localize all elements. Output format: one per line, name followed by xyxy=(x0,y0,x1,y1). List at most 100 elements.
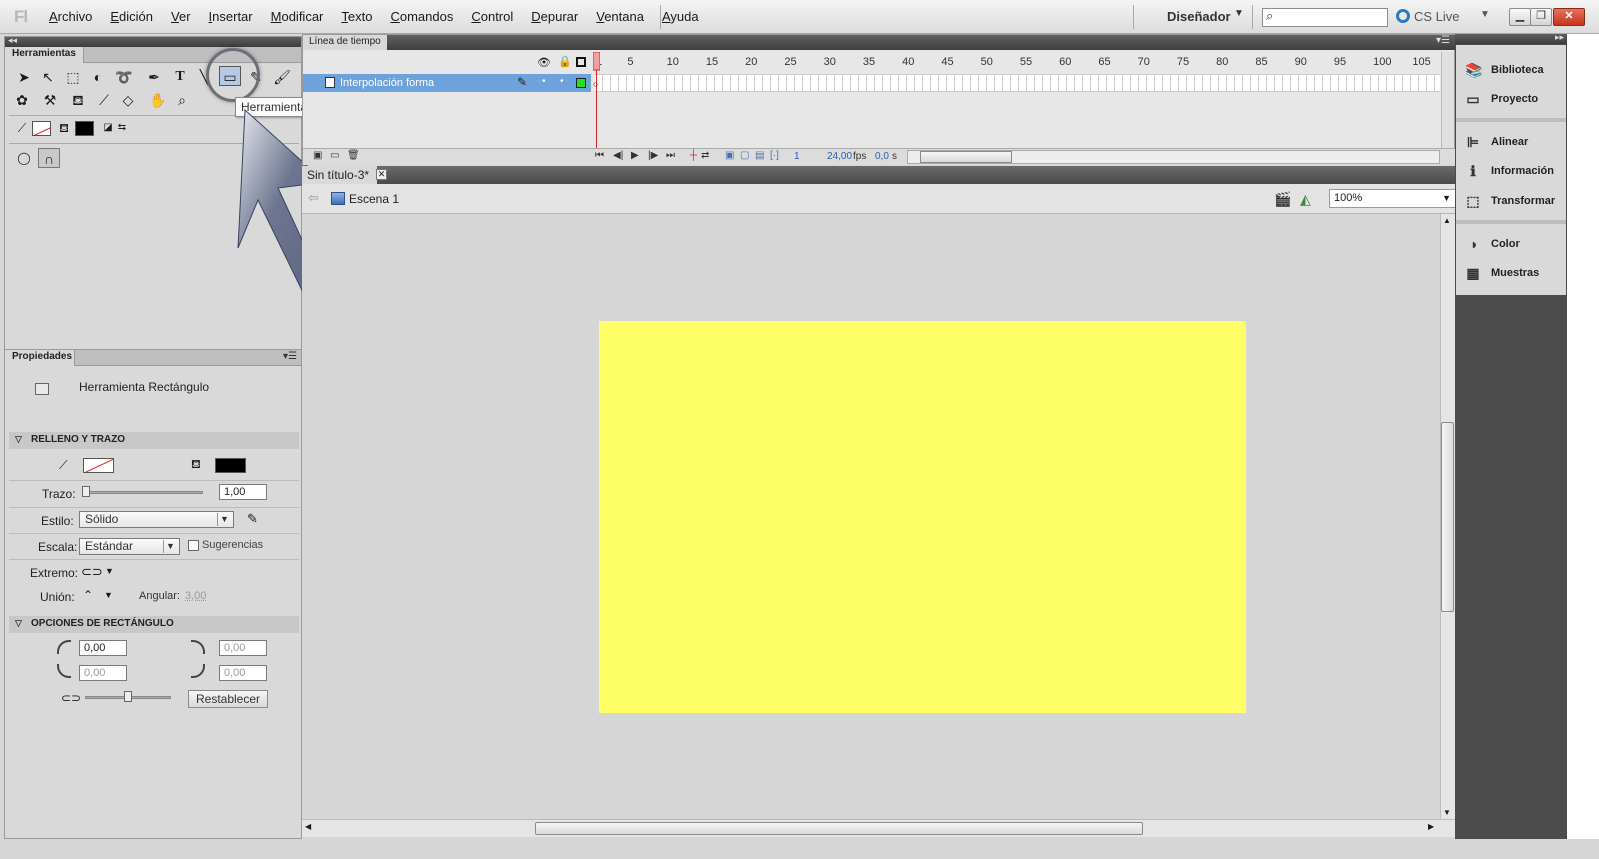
stroke-color-swatch[interactable] xyxy=(32,121,51,136)
scroll-up-icon[interactable]: ▲ xyxy=(1443,216,1451,225)
escala-select[interactable]: Estándar ▼ xyxy=(79,538,180,555)
edit-symbols-icon[interactable]: ◭ xyxy=(1300,191,1311,208)
fill-color-swatch[interactable] xyxy=(215,458,246,473)
corner-bl-field[interactable]: 0,00 xyxy=(79,665,127,681)
scroll-left-icon[interactable]: ◀ xyxy=(305,822,311,831)
layer-visible-dot[interactable]: • xyxy=(542,76,546,87)
scene-label[interactable]: Escena 1 xyxy=(349,192,399,206)
link-icon[interactable]: ⊂⊃ xyxy=(61,691,81,705)
panel-collapse-strip[interactable]: ◂◂ xyxy=(5,35,301,47)
dock-item-alinear[interactable]: ⊫ Alinear xyxy=(1463,131,1563,153)
pen-tool-icon[interactable]: ✒ xyxy=(143,67,165,87)
chevron-down-icon[interactable]: ▼ xyxy=(105,566,114,576)
layer-outline-color[interactable] xyxy=(576,78,586,88)
edit-stroke-style-icon[interactable]: ✎ xyxy=(247,511,258,527)
text-tool-icon[interactable]: T xyxy=(169,67,191,87)
zoom-tool-icon[interactable]: ⌕ xyxy=(171,90,193,110)
onion-skin-icon[interactable]: ▣ xyxy=(725,150,734,161)
center-frame-icon[interactable]: ┼ xyxy=(690,150,697,161)
panel-menu-icon[interactable]: ▾☰ xyxy=(1436,35,1450,46)
timeline-hscroll[interactable] xyxy=(907,150,1440,164)
timeline-hscroll-thumb[interactable] xyxy=(920,151,1012,163)
stroke-width-field[interactable]: 1,00 xyxy=(219,484,267,500)
edit-scene-icon[interactable]: 🎬 xyxy=(1274,191,1291,208)
corner-tr-field[interactable]: 0,00 xyxy=(219,640,267,656)
menu-item[interactable]: Control xyxy=(462,9,522,24)
first-frame-icon[interactable]: ⏮ xyxy=(595,150,604,161)
chevron-down-icon[interactable]: ▼ xyxy=(1234,8,1244,19)
angular-value[interactable]: 3,00 xyxy=(185,590,206,602)
tab-herramientas[interactable]: Herramientas xyxy=(5,47,84,63)
menu-item[interactable]: Depurar xyxy=(522,9,587,24)
join-icon[interactable]: ⌃ xyxy=(83,588,93,602)
restore-button[interactable]: ❐ xyxy=(1530,8,1552,26)
section-rectangle-options[interactable]: ▽ OPCIONES DE RECTÁNGULO xyxy=(9,616,299,633)
back-arrow-icon[interactable]: ⇦ xyxy=(308,190,319,206)
deco-tool-icon[interactable]: ✿ xyxy=(11,90,33,110)
scroll-right-icon[interactable]: ▶ xyxy=(1428,822,1434,831)
fps-value[interactable]: 24,00 xyxy=(827,151,852,162)
elapsed-time[interactable]: 0,0 xyxy=(875,151,889,162)
menu-item[interactable]: Archivo xyxy=(40,9,101,24)
menu-item[interactable]: Insertar xyxy=(200,9,262,24)
menu-item[interactable]: Ver xyxy=(162,9,200,24)
menu-item[interactable]: Texto xyxy=(332,9,381,24)
delete-layer-icon[interactable]: 🗑 xyxy=(347,150,360,161)
new-folder-icon[interactable]: ▭ xyxy=(330,150,339,161)
lasso-tool-icon[interactable]: ➰ xyxy=(113,67,135,87)
workspace-switcher[interactable]: Diseñador xyxy=(1167,9,1231,24)
frame-ruler[interactable]: 1510152025303540455055606570758085909510… xyxy=(595,52,1440,72)
edit-multiple-icon[interactable]: ▤ xyxy=(755,150,764,161)
close-button[interactable]: ✕ xyxy=(1553,8,1585,26)
step-forward-icon[interactable]: |▶ xyxy=(648,150,658,161)
new-layer-icon[interactable]: ▣ xyxy=(313,150,322,161)
eye-icon[interactable]: 👁 xyxy=(537,56,551,69)
menu-item[interactable]: Edición xyxy=(101,9,162,24)
sugerencias-checkbox[interactable] xyxy=(188,540,199,551)
outline-icon[interactable] xyxy=(576,57,586,67)
paint-bucket-tool-icon[interactable]: ⛾ xyxy=(67,90,89,110)
snap-magnet-icon[interactable]: ∩ xyxy=(38,148,60,168)
dock-item-color[interactable]: ◑ Color xyxy=(1463,233,1563,255)
free-transform-tool-icon[interactable]: ⬚ xyxy=(62,67,84,87)
reset-button[interactable]: Restablecer xyxy=(188,690,268,708)
play-icon[interactable]: ▶ xyxy=(631,150,639,161)
dock-item-muestras[interactable]: ▦ Muestras xyxy=(1463,262,1563,284)
cs-live-button[interactable]: CS Live xyxy=(1414,9,1460,24)
current-frame[interactable]: 1 xyxy=(794,151,800,162)
timeline-vscroll[interactable] xyxy=(1441,52,1454,148)
corner-tl-field[interactable]: 0,00 xyxy=(79,640,127,656)
layer-name[interactable]: Interpolación forma xyxy=(340,77,434,89)
scroll-down-icon[interactable]: ▼ xyxy=(1443,808,1451,817)
stroke-color-swatch[interactable] xyxy=(83,458,114,473)
tab-propiedades[interactable]: Propiedades xyxy=(5,350,75,366)
menu-item[interactable]: Modificar xyxy=(262,9,333,24)
stage-pasteboard[interactable] xyxy=(302,214,1440,819)
loop-icon[interactable]: ⇄ xyxy=(701,150,709,161)
dock-item-proyecto[interactable]: ▭ Proyecto xyxy=(1463,88,1563,110)
fill-color-swatch[interactable] xyxy=(75,121,94,136)
menu-item[interactable]: Ventana xyxy=(587,9,653,24)
dock-item-transformar[interactable]: ⬚ Transformar xyxy=(1463,190,1563,212)
corner-slider-thumb[interactable] xyxy=(124,691,132,702)
chevron-down-icon[interactable]: ▼ xyxy=(1480,9,1490,20)
eraser-tool-icon[interactable]: ◇ xyxy=(117,90,139,110)
last-frame-icon[interactable]: ⏭ xyxy=(666,150,675,161)
stage-vscroll-thumb[interactable] xyxy=(1441,422,1454,612)
frames-grid[interactable] xyxy=(595,74,1440,92)
onion-outline-icon[interactable]: ▢ xyxy=(740,150,749,161)
subselection-tool-icon[interactable]: ↖ xyxy=(37,67,59,87)
menu-item[interactable]: Ayuda xyxy=(653,9,708,24)
stroke-slider-track[interactable] xyxy=(85,491,203,494)
zoom-select[interactable]: 100% ▼ xyxy=(1329,189,1456,208)
section-fill-stroke[interactable]: ▽ RELLENO Y TRAZO xyxy=(9,432,299,449)
stroke-slider-thumb[interactable] xyxy=(82,486,90,497)
eyedropper-tool-icon[interactable]: ⟋ xyxy=(93,90,115,110)
menu-item[interactable]: Comandos xyxy=(381,9,462,24)
minimize-button[interactable]: ▁ xyxy=(1509,8,1531,26)
estilo-select[interactable]: Sólido ▼ xyxy=(79,511,234,528)
dock-collapse-strip[interactable]: ▸▸ xyxy=(1455,32,1567,44)
playhead[interactable] xyxy=(593,52,600,151)
brush-tool-icon[interactable]: 🖌 xyxy=(271,67,293,87)
selection-tool-icon[interactable]: ➤ xyxy=(13,67,35,87)
